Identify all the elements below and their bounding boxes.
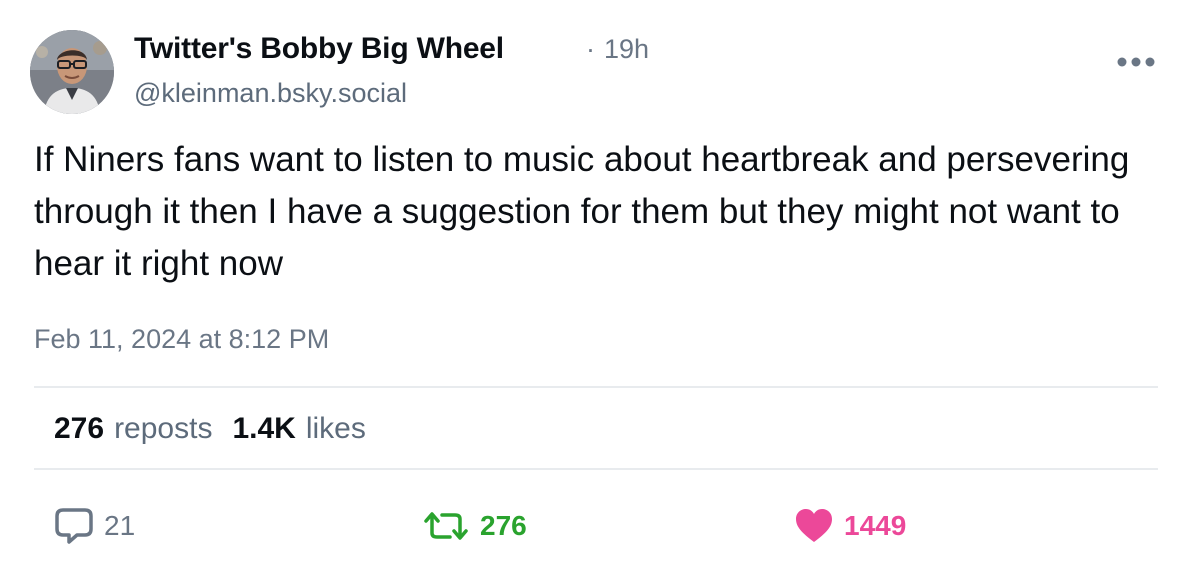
- post-thread-item: Twitter's Bobby Big Wheel · 19h @kleinma…: [0, 0, 1182, 574]
- profile-photo-icon: [30, 30, 114, 114]
- heart-icon: [796, 509, 832, 542]
- divider: [34, 468, 1158, 470]
- author-handle[interactable]: @kleinman.bsky.social: [134, 78, 407, 109]
- reply-bubble-icon: [55, 508, 93, 544]
- post-text: If Niners fans want to listen to music a…: [34, 140, 1130, 283]
- likes-label: likes: [305, 412, 366, 445]
- engagement-stats: 276 reposts 1.4K likes: [54, 412, 366, 446]
- repost-button[interactable]: 276: [422, 506, 527, 546]
- repost-count: 276: [480, 510, 527, 541]
- repost-arrows-icon: [424, 512, 468, 540]
- reply-button[interactable]: 21: [54, 506, 135, 546]
- avatar[interactable]: [30, 30, 114, 114]
- likes-stat[interactable]: 1.4K likes: [232, 412, 365, 446]
- reposts-count: 276: [54, 412, 105, 445]
- reposts-label: reposts: [114, 412, 213, 445]
- like-button[interactable]: 1449: [794, 506, 906, 546]
- time-separator: ·: [586, 34, 595, 64]
- like-count: 1449: [844, 510, 907, 541]
- post-timestamp: Feb 11, 2024 at 8:12 PM: [34, 324, 330, 354]
- divider: [34, 386, 1158, 388]
- author-display-name[interactable]: Twitter's Bobby Big Wheel: [134, 32, 504, 66]
- ellipsis-icon: [1117, 57, 1155, 67]
- reply-count: 21: [104, 510, 136, 541]
- likes-count: 1.4K: [232, 412, 296, 445]
- reposts-stat[interactable]: 276 reposts: [54, 412, 212, 446]
- more-options-button[interactable]: [1112, 46, 1160, 78]
- relative-time[interactable]: 19h: [604, 34, 649, 65]
